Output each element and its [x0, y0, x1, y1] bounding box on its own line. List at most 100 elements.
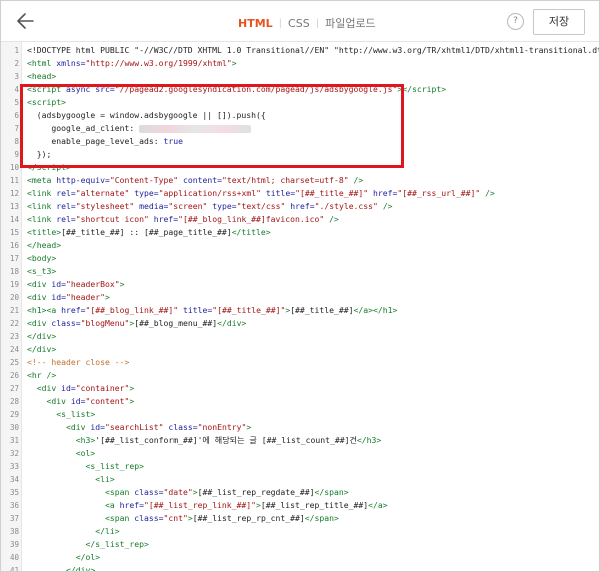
code-line[interactable]: 35 <span class="date">[##_list_rep_regda…	[1, 486, 599, 499]
code-text[interactable]: <ol>	[27, 447, 96, 460]
line-number: 7	[14, 124, 19, 133]
line-number: 40	[9, 553, 19, 562]
code-line[interactable]: 23 </div>	[1, 330, 599, 343]
code-text[interactable]: </div>	[27, 564, 95, 571]
code-text[interactable]: </s_list_rep>	[27, 538, 148, 551]
code-text[interactable]: <span class="cnt">[##_list_rep_rp_cnt_##…	[27, 512, 339, 525]
line-number: 1	[14, 46, 19, 55]
code-text[interactable]: <link rel="alternate" type="application/…	[27, 187, 495, 200]
code-text[interactable]: <s_t3>	[27, 265, 56, 278]
back-arrow-icon[interactable]	[15, 10, 37, 32]
code-text[interactable]: </div>	[27, 330, 56, 343]
code-line[interactable]: 14 <link rel="shortcut icon" href="[##_bl…	[1, 213, 599, 226]
code-line[interactable]: 20 <div id="header">	[1, 291, 599, 304]
line-number: 15	[9, 228, 19, 237]
code-line[interactable]: 17 <body>	[1, 252, 599, 265]
line-number: 21	[9, 306, 19, 315]
code-line[interactable]: 11 <meta http-equiv="Content-Type" conten…	[1, 174, 599, 187]
code-line[interactable]: 38 </li>	[1, 525, 599, 538]
code-text[interactable]: <!-- header close -->	[27, 356, 129, 369]
code-text[interactable]: </head>	[27, 239, 61, 252]
code-text[interactable]: <span class="date">[##_list_rep_regdate_…	[27, 486, 349, 499]
code-line[interactable]: 18 <s_t3>	[1, 265, 599, 278]
line-number: 35	[9, 488, 19, 497]
editor-tabs: HTML | CSS | 파일업로드	[238, 15, 376, 31]
line-number: 5	[14, 98, 19, 107]
code-text[interactable]: <title>[##_title_##] :: [##_page_title_#…	[27, 226, 271, 239]
code-text[interactable]: <a href="[##_list_rep_link_##]">[##_list…	[27, 499, 388, 512]
code-line[interactable]: 21 <h1><a href="[##_blog_link_##]" title=…	[1, 304, 599, 317]
code-text[interactable]: <h3>'[##_list_conform_##]'에 해당되는 글 [##_l…	[27, 434, 382, 447]
line-number: 39	[9, 540, 19, 549]
code-line[interactable]: 41 </div>	[1, 564, 599, 571]
line-number: 41	[9, 566, 19, 571]
code-text[interactable]: <div id="searchList" class="nonEntry">	[27, 421, 251, 434]
line-number: 25	[9, 358, 19, 367]
line-number: 23	[9, 332, 19, 341]
code-line[interactable]: 19 <div id="headerBox">	[1, 278, 599, 291]
code-text[interactable]: <li>	[27, 473, 115, 486]
code-line[interactable]: 22 <div class="blogMenu">[##_blog_menu_##…	[1, 317, 599, 330]
line-number: 38	[9, 527, 19, 536]
code-line[interactable]: 12 <link rel="alternate" type="applicatio…	[1, 187, 599, 200]
code-text[interactable]: </div>	[27, 343, 56, 356]
code-line[interactable]: 39 </s_list_rep>	[1, 538, 599, 551]
code-text[interactable]: <div id="headerBox">	[27, 278, 124, 291]
tab-html[interactable]: HTML	[238, 17, 273, 30]
code-line[interactable]: 28 <div id="content">	[1, 395, 599, 408]
code-line[interactable]: 34 <li>	[1, 473, 599, 486]
code-line[interactable]: 36 <a href="[##_list_rep_link_##]">[##_l…	[1, 499, 599, 512]
code-line[interactable]: 2 <html xmlns="http://www.w3.org/1999/xht…	[1, 57, 599, 70]
code-text[interactable]: <link rel="stylesheet" media="screen" ty…	[27, 200, 393, 213]
code-line[interactable]: 13 <link rel="stylesheet" media="screen" …	[1, 200, 599, 213]
line-number: 24	[9, 345, 19, 354]
code-text[interactable]: <body>	[27, 252, 56, 265]
code-text[interactable]: <!DOCTYPE html PUBLIC "-//W3C//DTD XHTML…	[27, 44, 599, 57]
code-line[interactable]: 37 <span class="cnt">[##_list_rep_rp_cnt…	[1, 512, 599, 525]
code-line[interactable]: 16 </head>	[1, 239, 599, 252]
tab-divider: |	[278, 17, 283, 29]
line-number: 11	[9, 176, 19, 185]
code-text[interactable]: <meta http-equiv="Content-Type" content=…	[27, 174, 363, 187]
code-text[interactable]: <s_list>	[27, 408, 95, 421]
line-number: 29	[9, 410, 19, 419]
code-text[interactable]: </li>	[27, 525, 119, 538]
tab-css[interactable]: CSS	[288, 17, 310, 30]
line-number: 34	[9, 475, 19, 484]
code-text[interactable]: <s_list_rep>	[27, 460, 143, 473]
code-line[interactable]: 26 <hr />	[1, 369, 599, 382]
line-number: 19	[9, 280, 19, 289]
code-line[interactable]: 30 <div id="searchList" class="nonEntry"…	[1, 421, 599, 434]
line-number: 32	[9, 449, 19, 458]
code-line[interactable]: 40 </ol>	[1, 551, 599, 564]
code-line[interactable]: 15 <title>[##_title_##] :: [##_page_title…	[1, 226, 599, 239]
code-line[interactable]: 25 <!-- header close -->	[1, 356, 599, 369]
code-text[interactable]: <div id="content">	[27, 395, 135, 408]
code-text[interactable]: </ol>	[27, 551, 100, 564]
code-line[interactable]: 3 <head>	[1, 70, 599, 83]
line-number: 4	[14, 85, 19, 94]
code-line[interactable]: 32 <ol>	[1, 447, 599, 460]
line-number: 18	[9, 267, 19, 276]
tab-file-upload[interactable]: 파일업로드	[325, 15, 376, 31]
code-editor[interactable]: 1 <!DOCTYPE html PUBLIC "-//W3C//DTD XHTM…	[1, 42, 599, 571]
code-text[interactable]: <h1><a href="[##_blog_link_##]" title="[…	[27, 304, 397, 317]
line-number: 17	[9, 254, 19, 263]
help-icon[interactable]: ?	[507, 13, 524, 30]
code-line[interactable]: 33 <s_list_rep>	[1, 460, 599, 473]
code-text[interactable]: <html xmlns="http://www.w3.org/1999/xhtm…	[27, 57, 237, 70]
line-number: 20	[9, 293, 19, 302]
code-line[interactable]: 1 <!DOCTYPE html PUBLIC "-//W3C//DTD XHTM…	[1, 44, 599, 57]
code-text[interactable]: <head>	[27, 70, 56, 83]
code-text[interactable]: <div class="blogMenu">[##_blog_menu_##]<…	[27, 317, 246, 330]
code-text[interactable]: <div id="container">	[27, 382, 134, 395]
code-line[interactable]: 24 </div>	[1, 343, 599, 356]
code-line[interactable]: 29 <s_list>	[1, 408, 599, 421]
save-button[interactable]: 저장	[533, 9, 585, 35]
code-line[interactable]: 31 <h3>'[##_list_conform_##]'에 해당되는 글 [#…	[1, 434, 599, 447]
code-text[interactable]: <div id="header">	[27, 291, 110, 304]
code-line[interactable]: 27 <div id="container">	[1, 382, 599, 395]
line-number: 37	[9, 514, 19, 523]
code-text[interactable]: <hr />	[27, 369, 56, 382]
code-text[interactable]: <link rel="shortcut icon" href="[##_blog…	[27, 213, 339, 226]
